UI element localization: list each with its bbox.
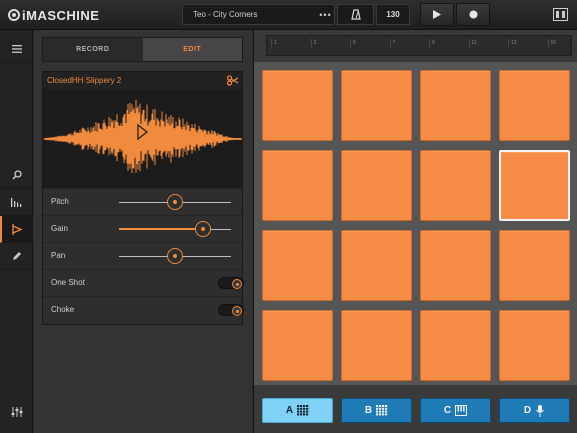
scissors-icon[interactable]	[227, 75, 238, 86]
metronome-button[interactable]	[337, 4, 374, 25]
timeline-tick: 3	[310, 39, 316, 47]
group-label: B	[364, 405, 373, 416]
keyboard-icon	[451, 405, 468, 416]
pencil-icon	[12, 252, 21, 260]
gain-slider-knob[interactable]	[195, 221, 211, 237]
record-icon	[469, 10, 477, 19]
tab-edit[interactable]: EDIT	[142, 38, 242, 61]
sample-header: ClosedHH Slippery 2	[43, 72, 242, 89]
toggle-knob	[232, 306, 242, 316]
project-name-field[interactable]: Teo - City Corners	[182, 4, 335, 25]
menu-button[interactable]	[0, 36, 33, 63]
one-shot-toggle[interactable]	[218, 277, 244, 289]
gain-slider-fill	[119, 228, 203, 230]
param-label: Pitch	[51, 197, 69, 206]
timeline-tick: 9	[429, 39, 435, 47]
pad-4[interactable]	[499, 70, 570, 141]
toggle-knob	[232, 279, 242, 289]
pad-11[interactable]	[420, 230, 491, 301]
group-label: D	[523, 405, 532, 416]
project-menu-button[interactable]: •••	[316, 4, 335, 25]
timeline-tick: 7	[389, 39, 395, 47]
timeline-tick: 1	[271, 39, 277, 47]
pad-10[interactable]	[341, 230, 412, 301]
microphone-icon	[531, 404, 545, 417]
app-logo: iMASCHINE	[8, 6, 99, 24]
gain-row: Gain	[43, 215, 242, 241]
group-bar: A B C D	[254, 388, 577, 433]
waveform-display[interactable]	[43, 89, 242, 188]
sample-name: ClosedHH Slippery 2	[47, 76, 122, 85]
pad-15[interactable]	[420, 310, 491, 381]
level-bars-icon	[11, 197, 22, 207]
mixer-sliders-icon	[11, 406, 22, 417]
pan-row: Pan	[43, 242, 242, 268]
pad-14[interactable]	[341, 310, 412, 381]
draw-button[interactable]	[0, 243, 33, 270]
choke-toggle[interactable]	[218, 304, 244, 316]
choke-row: Choke	[43, 296, 244, 322]
timeline-tick: 5	[350, 39, 356, 47]
tempo-display[interactable]: 130	[376, 4, 410, 25]
group-button-d[interactable]: D	[499, 398, 570, 423]
pad-8[interactable]	[499, 150, 570, 221]
waveform-icon	[12, 223, 23, 235]
pad-5[interactable]	[262, 150, 333, 221]
browse-button[interactable]	[0, 162, 33, 189]
start-marker[interactable]	[102, 115, 108, 121]
play-icon	[433, 10, 441, 19]
pitch-row: Pitch	[43, 188, 242, 214]
grid-icon	[293, 405, 309, 416]
pad-grid	[254, 62, 577, 385]
settings-button[interactable]	[0, 398, 33, 425]
top-bar: iMASCHINE Teo - City Corners ••• 130	[0, 0, 577, 30]
pad-12[interactable]	[499, 230, 570, 301]
pad-9[interactable]	[262, 230, 333, 301]
hamburger-icon	[11, 45, 22, 53]
record-button[interactable]	[456, 3, 490, 26]
param-label: Gain	[51, 224, 68, 233]
grid-icon	[372, 405, 388, 416]
sample-panel: RECORD EDIT ClosedHH Slippery 2 Pitch Ga…	[34, 30, 252, 433]
metronome-icon	[350, 9, 361, 20]
group-button-b[interactable]: B	[341, 398, 412, 423]
pad-7[interactable]	[420, 150, 491, 221]
search-icon	[11, 170, 22, 180]
pad-3[interactable]	[420, 70, 491, 141]
left-nav	[0, 30, 33, 433]
group-label: C	[443, 405, 452, 416]
timeline-tick: 11	[468, 39, 477, 47]
logo-ring-icon	[8, 9, 20, 21]
pads-panel: 1 3 5 7 9 11 13 15 ABCD	[253, 30, 577, 433]
pad-13[interactable]	[262, 310, 333, 381]
group-label: A	[285, 405, 294, 416]
mode-tabs: RECORD EDIT	[42, 37, 243, 62]
group-button-c[interactable]: C	[420, 398, 491, 423]
pan-slider-knob[interactable]	[167, 248, 183, 264]
timeline-ruler[interactable]: 1 3 5 7 9 11 13 15	[266, 35, 572, 56]
pad-2[interactable]	[341, 70, 412, 141]
toggle-label: One Shot	[51, 278, 85, 287]
group-button-a[interactable]: A	[262, 398, 333, 423]
pad-16[interactable]	[499, 310, 570, 381]
pad-6[interactable]	[341, 150, 412, 221]
app-window: iMASCHINE Teo - City Corners ••• 130 REC…	[0, 0, 577, 433]
logo-text: iMASCHINE	[22, 7, 100, 23]
timeline-tick: 15	[547, 39, 556, 47]
sample-edit-button[interactable]	[0, 216, 33, 243]
project-name: Teo - City Corners	[193, 10, 258, 19]
waveform-lines	[43, 99, 242, 173]
param-label: Pan	[51, 251, 66, 260]
pad-1[interactable]	[262, 70, 333, 141]
one-shot-row: One Shot	[43, 269, 244, 295]
view-toggle-icon[interactable]	[553, 8, 568, 21]
toggle-label: Choke	[51, 305, 75, 314]
pitch-slider-knob[interactable]	[167, 194, 183, 210]
mixer-button[interactable]	[0, 189, 33, 216]
timeline-tick: 13	[508, 39, 517, 47]
sample-editor: ClosedHH Slippery 2 Pitch Gain Pan One S…	[42, 71, 244, 325]
tab-record[interactable]: RECORD	[43, 38, 143, 61]
play-button[interactable]	[420, 3, 454, 26]
